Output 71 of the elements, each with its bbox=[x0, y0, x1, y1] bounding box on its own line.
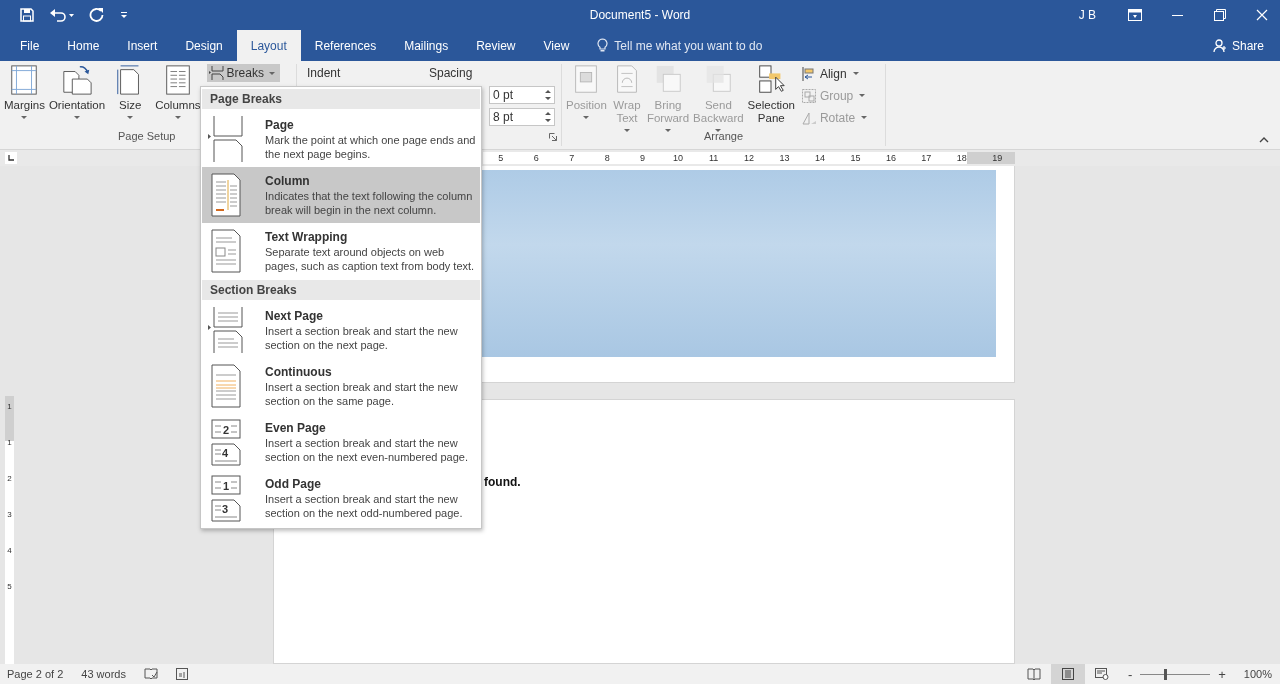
ribbon-button[interactable]: Margins bbox=[2, 64, 47, 119]
body-text: found. bbox=[484, 475, 521, 489]
breaks-button[interactable]: Breaks bbox=[206, 64, 280, 82]
spinner-icon[interactable] bbox=[545, 110, 551, 124]
page-count[interactable]: Page 2 of 2 bbox=[7, 668, 64, 680]
zoom-level[interactable]: 100% bbox=[1243, 668, 1280, 680]
spacing-field[interactable]: 0 pt bbox=[489, 86, 555, 104]
person-icon bbox=[1212, 38, 1227, 53]
close-icon[interactable] bbox=[1256, 9, 1268, 21]
undo-icon[interactable] bbox=[49, 7, 75, 23]
web-layout-icon bbox=[1094, 668, 1109, 680]
ribbon-tab[interactable]: Review bbox=[462, 30, 530, 61]
word-count[interactable]: 43 words bbox=[81, 668, 126, 680]
ribbon-button[interactable]: Selection Pane bbox=[745, 64, 797, 125]
customize-icon[interactable] bbox=[119, 9, 129, 21]
window-title: Document5 - Word bbox=[589, 8, 691, 22]
ribbon-tab[interactable]: Insert bbox=[113, 30, 172, 61]
zoom-in-button[interactable]: + bbox=[1218, 666, 1226, 682]
ribbon-display-icon[interactable] bbox=[1128, 9, 1142, 21]
page-icon bbox=[1060, 668, 1075, 680]
indent-label: Indent bbox=[307, 65, 342, 82]
group-icon bbox=[800, 87, 817, 104]
next-page-icon bbox=[206, 305, 244, 355]
menu-item[interactable]: Page Mark the point at which one page ends and the next page begins. bbox=[202, 111, 480, 167]
zoom-out-button[interactable]: - bbox=[1127, 666, 1133, 682]
group-label: Arrange bbox=[703, 130, 744, 144]
menu-item[interactable]: Column Indicates that the text following the column break will begin in the next column. bbox=[202, 167, 480, 223]
orientation-icon bbox=[61, 64, 94, 96]
menu-heading: Section Breaks bbox=[202, 280, 480, 300]
ribbon-tab[interactable]: Home bbox=[53, 30, 114, 61]
ribbon-tab[interactable]: Design bbox=[171, 30, 237, 61]
ribbon-tab[interactable]: References bbox=[300, 30, 391, 61]
group-label: Page Setup bbox=[118, 130, 176, 144]
menu-item[interactable]: 2 4 Even Page Insert a section break and start the new section on the next even-numbered page. bbox=[202, 414, 480, 470]
vertical-ruler[interactable]: 1 1 2 3 4 5 bbox=[5, 396, 14, 664]
horizontal-ruler[interactable]: 5 6 7 8 9 10 11 12 13 14 15 16 17 18 19 bbox=[483, 152, 1015, 164]
ribbon-tab[interactable]: Mailings bbox=[390, 30, 463, 61]
save-icon[interactable] bbox=[19, 7, 35, 23]
menu-heading: Page Breaks bbox=[202, 89, 480, 109]
menu-item[interactable]: 1 3 Odd Page Insert a section break and start the new section on the next odd-numbered page. bbox=[202, 470, 480, 526]
redo-icon[interactable] bbox=[89, 7, 105, 23]
tab-selector[interactable] bbox=[5, 152, 17, 164]
page-break-icon bbox=[206, 114, 244, 164]
proofing-icon[interactable] bbox=[143, 668, 158, 680]
ribbon-tab[interactable]: View bbox=[529, 30, 584, 61]
ribbon-button[interactable]: Columns bbox=[153, 64, 203, 119]
book-icon bbox=[1026, 668, 1041, 680]
macro-icon[interactable] bbox=[175, 668, 188, 680]
menu-item[interactable]: Text Wrapping Separate text around objects on web pages, such as caption text from body text. bbox=[202, 223, 480, 279]
view-button[interactable] bbox=[1050, 664, 1085, 684]
slider-thumb[interactable] bbox=[1163, 668, 1167, 680]
ribbon-button[interactable]: Align bbox=[800, 64, 868, 83]
tell-me-field[interactable]: Tell me what you want to do bbox=[614, 38, 815, 53]
spacing-label: Spacing bbox=[429, 65, 474, 82]
menu-item[interactable]: Continuous Insert a section break and start the new section on the same page. bbox=[202, 358, 480, 414]
user-name[interactable]: J B bbox=[1078, 8, 1096, 22]
dialog-launcher-icon[interactable] bbox=[549, 133, 557, 141]
ribbon-button[interactable]: Size bbox=[112, 64, 149, 119]
ribbon-tab[interactable]: Layout bbox=[236, 30, 301, 61]
menu-item[interactable]: Next Page Insert a section break and start the new section on the next page. bbox=[202, 302, 480, 358]
spinner-icon[interactable] bbox=[545, 88, 551, 102]
share-button[interactable]: Share bbox=[1204, 30, 1272, 61]
tab-stop-icon bbox=[8, 155, 14, 161]
page-break-icon bbox=[208, 66, 225, 80]
ribbon-tab[interactable]: File bbox=[6, 30, 54, 61]
collapse-ribbon-icon[interactable] bbox=[1259, 137, 1269, 143]
restore-icon[interactable] bbox=[1214, 9, 1226, 21]
ribbon-button[interactable]: Orientation bbox=[46, 64, 108, 119]
align-icon bbox=[800, 65, 817, 82]
lightbulb-icon bbox=[597, 38, 609, 53]
spacing-field[interactable]: 8 pt bbox=[489, 108, 555, 126]
